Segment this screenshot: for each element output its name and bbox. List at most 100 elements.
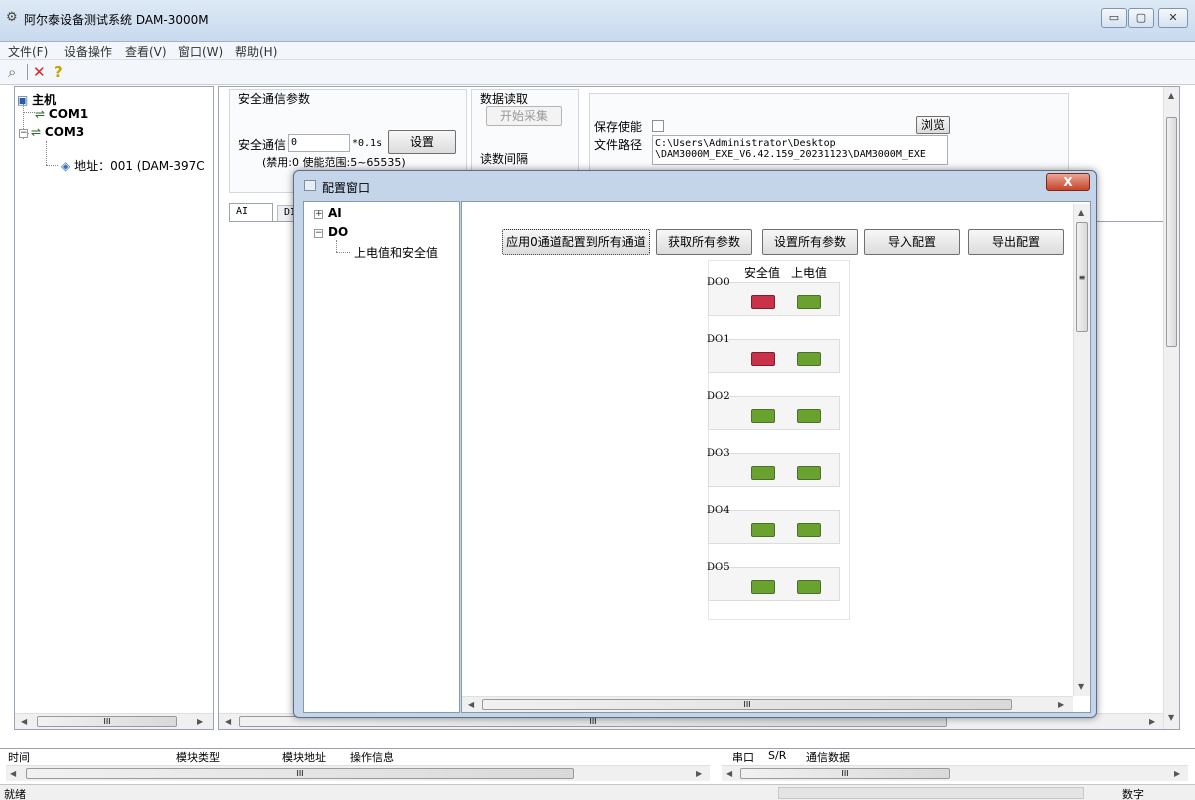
do-channel-label: DO3 — [707, 448, 730, 459]
window-icon — [304, 180, 316, 191]
power-value-toggle[interactable] — [797, 295, 821, 309]
do-channel-label: DO1 — [707, 334, 730, 345]
apply-all-channels-button[interactable]: 应用0通道配置到所有通道 — [502, 229, 650, 255]
collapse-icon[interactable]: − — [314, 229, 323, 238]
menu-window[interactable]: 窗口(W) — [178, 43, 223, 60]
tab-ai[interactable]: AI — [229, 203, 273, 221]
column-safe-value: 安全值 — [744, 266, 781, 280]
maximize-button[interactable]: ▢ — [1128, 8, 1154, 28]
safety-input[interactable]: 0 — [288, 134, 350, 152]
dialog-close-button[interactable]: X — [1046, 173, 1090, 191]
export-config-button[interactable]: 导出配置 — [968, 229, 1064, 255]
menu-help[interactable]: 帮助(H) — [235, 43, 277, 60]
config-tree-ai[interactable]: AI — [328, 206, 342, 220]
scroll-thumb[interactable]: III — [482, 699, 1012, 710]
power-value-toggle[interactable] — [797, 466, 821, 480]
data-read-title: 数据读取 — [480, 92, 529, 106]
config-tree: + AI − DO 上电值和安全值 — [303, 201, 460, 713]
device-tree: ▣ 主机 ⇌ COM1 − ⇌ COM3 ◈ 地址：001 (DAM-397C … — [14, 86, 214, 730]
browse-button[interactable]: 浏览 — [916, 116, 950, 134]
scroll-left-icon[interactable]: ◀ — [726, 769, 732, 778]
dialog-vscrollbar[interactable]: ▲ ≡ ▼ — [1073, 204, 1090, 696]
scroll-right-icon[interactable]: ▶ — [1058, 700, 1064, 709]
safe-value-toggle[interactable] — [751, 523, 775, 537]
column-power-value: 上电值 — [791, 266, 828, 280]
safe-value-toggle[interactable] — [751, 352, 775, 366]
scroll-thumb[interactable]: ≡ — [1076, 222, 1088, 332]
log-panels: 时间 模块类型 模块地址 操作信息 ◀ III ▶ 串口 S/R 通信数据 ◀ … — [0, 748, 1195, 784]
delete-icon[interactable]: ✕ — [33, 63, 46, 81]
scroll-left-icon[interactable]: ◀ — [225, 717, 231, 726]
safe-value-toggle[interactable] — [751, 466, 775, 480]
help-icon[interactable]: ? — [54, 63, 63, 81]
window-title: 阿尔泰设备测试系统 DAM-3000M — [24, 13, 209, 27]
tree-item-host[interactable]: ▣ 主机 — [17, 91, 56, 108]
config-tree-do-child[interactable]: 上电值和安全值 — [354, 244, 438, 261]
import-config-button[interactable]: 导入配置 — [864, 229, 960, 255]
search-icon[interactable]: ⌕ — [8, 63, 16, 81]
scroll-up-icon[interactable]: ▲ — [1078, 208, 1084, 217]
power-value-toggle[interactable] — [797, 580, 821, 594]
scroll-down-icon[interactable]: ▼ — [1168, 713, 1174, 722]
comm-col-port: 串口 — [732, 751, 754, 764]
power-value-toggle[interactable] — [797, 352, 821, 366]
get-all-params-button[interactable]: 获取所有参数 — [656, 229, 752, 255]
safety-set-button[interactable]: 设置 — [388, 130, 456, 154]
tree-item-com3[interactable]: ⇌ COM3 — [31, 125, 84, 139]
comm-col-data: 通信数据 — [806, 751, 850, 764]
path-input[interactable]: C:\Users\Administrator\Desktop \DAM3000M… — [652, 135, 948, 165]
scroll-right-icon[interactable]: ▶ — [1174, 769, 1180, 778]
log-col-module-address: 模块地址 — [282, 751, 326, 764]
close-button[interactable]: ✕ — [1158, 8, 1188, 28]
scroll-right-icon[interactable]: ▶ — [197, 717, 203, 726]
tree-item-address[interactable]: ◈ 地址：001 (DAM-397C — [61, 157, 205, 174]
config-tree-do[interactable]: DO — [328, 225, 348, 239]
do-channel-row: DO2 — [707, 391, 840, 430]
scroll-thumb[interactable]: III — [740, 768, 950, 779]
set-all-params-button[interactable]: 设置所有参数 — [762, 229, 858, 255]
main-vscrollbar[interactable]: ▲ ▼ — [1163, 87, 1179, 729]
scroll-up-icon[interactable]: ▲ — [1168, 91, 1174, 100]
start-collect-button[interactable]: 开始采集 — [486, 106, 562, 126]
config-content: 应用0通道配置到所有通道 获取所有参数 设置所有参数 导入配置 导出配置 安全值… — [461, 201, 1091, 713]
safe-value-toggle[interactable] — [751, 580, 775, 594]
save-enable-checkbox[interactable] — [652, 120, 664, 132]
menu-bar: 文件(F) 设备操作 查看(V) 窗口(W) 帮助(H) — [0, 42, 1195, 60]
do-channel-label: DO0 — [707, 277, 730, 288]
tree-item-com1[interactable]: ⇌ COM1 — [35, 107, 88, 121]
interval-label: 读数间隔 — [480, 152, 529, 166]
log-hscrollbar[interactable]: ◀ III ▶ — [6, 765, 710, 781]
log-col-module-type: 模块类型 — [176, 751, 220, 764]
scroll-down-icon[interactable]: ▼ — [1078, 682, 1084, 691]
do-channel-label: DO2 — [707, 391, 730, 402]
port-icon: ⇌ — [35, 107, 46, 121]
save-enable-label: 保存使能 — [594, 120, 643, 134]
expand-icon[interactable]: + — [314, 210, 323, 219]
collapse-icon[interactable]: − — [19, 129, 28, 138]
scroll-left-icon[interactable]: ◀ — [468, 700, 474, 709]
scroll-thumb[interactable] — [1166, 117, 1177, 347]
safety-label: 安全通信 — [238, 138, 287, 152]
do-channel-row: DO0 — [707, 277, 840, 316]
safety-unit: *0.1s — [352, 138, 383, 149]
scroll-right-icon[interactable]: ▶ — [696, 769, 702, 778]
status-ready: 就绪 — [4, 788, 26, 800]
comm-hscrollbar[interactable]: ◀ III ▶ — [722, 765, 1188, 781]
power-value-toggle[interactable] — [797, 409, 821, 423]
scroll-left-icon[interactable]: ◀ — [21, 717, 27, 726]
scroll-right-icon[interactable]: ▶ — [1149, 717, 1155, 726]
menu-view[interactable]: 查看(V) — [125, 43, 167, 60]
safe-value-toggle[interactable] — [751, 409, 775, 423]
dialog-hscrollbar[interactable]: ◀ III ▶ — [462, 696, 1073, 712]
tree-hscrollbar[interactable]: ◀ III ▶ — [15, 713, 213, 729]
menu-device[interactable]: 设备操作 — [64, 43, 112, 60]
scroll-thumb[interactable]: III — [37, 716, 177, 727]
do-channel-row: DO1 — [707, 334, 840, 373]
safe-value-toggle[interactable] — [751, 295, 775, 309]
minimize-button[interactable]: ▭ — [1101, 8, 1127, 28]
scroll-left-icon[interactable]: ◀ — [10, 769, 16, 778]
scroll-thumb[interactable]: III — [26, 768, 574, 779]
power-value-toggle[interactable] — [797, 523, 821, 537]
path-label: 文件路径 — [594, 138, 643, 152]
menu-file[interactable]: 文件(F) — [8, 43, 48, 60]
